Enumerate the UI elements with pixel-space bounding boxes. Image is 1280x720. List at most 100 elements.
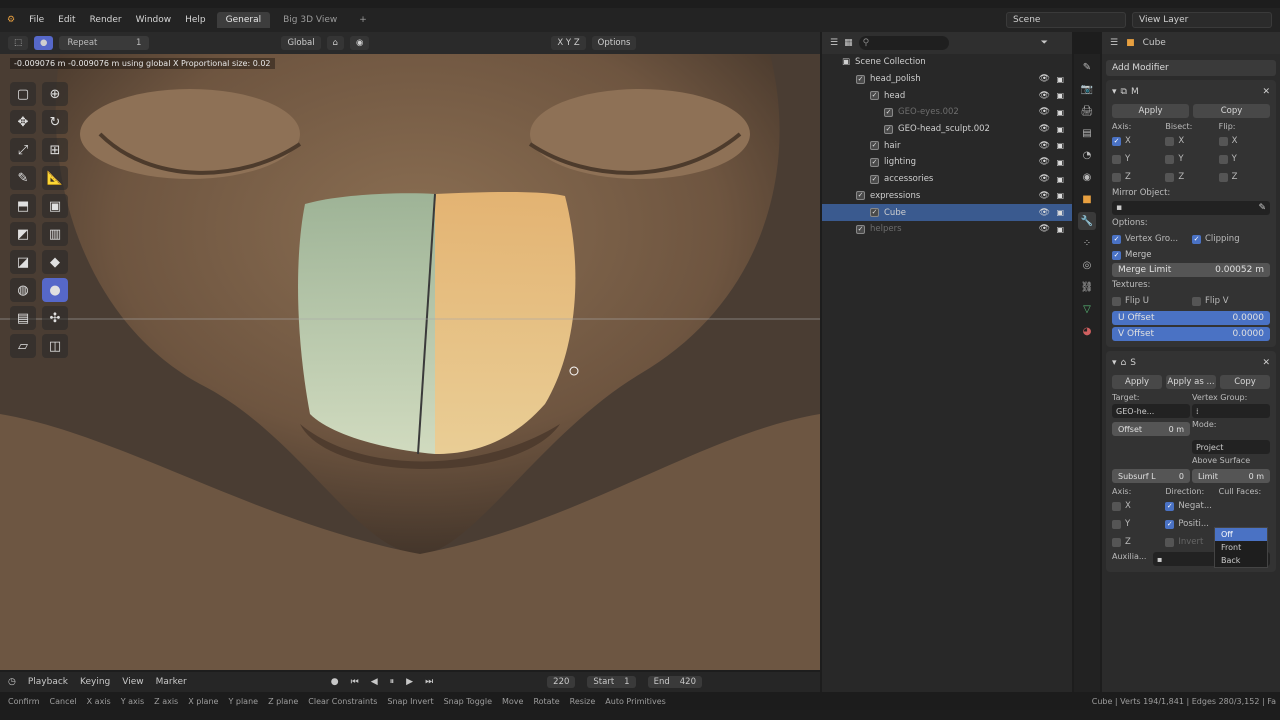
rotate-icon[interactable]: ↻ — [42, 110, 68, 134]
offset-field[interactable]: Offset 0 m — [1112, 422, 1190, 436]
bisect-y-checkbox[interactable] — [1165, 154, 1175, 164]
smooth-icon[interactable]: ● — [42, 278, 68, 302]
outliner-row[interactable]: ✓ Cube 👁 ▣ — [822, 204, 1072, 221]
spin-icon[interactable]: ◍ — [10, 278, 36, 302]
negative-checkbox[interactable]: ✓ — [1165, 501, 1175, 511]
material-tab-icon[interactable]: ◕ — [1078, 322, 1096, 340]
shear-icon[interactable]: ▱ — [10, 334, 36, 358]
current-frame[interactable]: 220 — [547, 676, 576, 688]
render-camera-icon[interactable]: ▣ — [1056, 91, 1064, 100]
world-tab-icon[interactable]: ◉ — [1078, 168, 1096, 186]
data-tab-icon[interactable]: ▽ — [1078, 300, 1096, 318]
mirror-object-field[interactable]: ▪ ✎ — [1112, 201, 1270, 215]
positive-checkbox[interactable]: ✓ — [1165, 519, 1175, 529]
outliner-search[interactable]: ⚲ — [858, 36, 949, 50]
shrinkwrap-axis-x-checkbox[interactable] — [1112, 501, 1121, 511]
physics-tab-icon[interactable]: ◎ — [1078, 256, 1096, 274]
shrinkwrap-copy-button[interactable]: Copy — [1220, 375, 1270, 389]
flip-y-checkbox[interactable] — [1218, 154, 1228, 164]
cull-faces-dropdown[interactable]: Off Front Back — [1214, 527, 1268, 568]
menu-window[interactable]: Window — [129, 15, 179, 25]
bevel-icon[interactable]: ◩ — [10, 222, 36, 246]
bisect-z-checkbox[interactable] — [1165, 172, 1175, 182]
step-back-icon[interactable]: ◀ — [371, 677, 378, 687]
render-camera-icon[interactable]: ▣ — [1056, 108, 1064, 117]
outliner-row[interactable]: ✓ accessories 👁 ▣ — [822, 171, 1072, 188]
include-checkbox[interactable]: ✓ — [856, 74, 865, 84]
vertex-groups-checkbox[interactable]: ✓ — [1112, 234, 1121, 244]
include-checkbox[interactable]: ✓ — [884, 124, 893, 134]
end-frame-field[interactable]: End 420 — [647, 676, 702, 688]
vertex-group-field[interactable]: ⁞ — [1192, 404, 1270, 418]
u-offset-field[interactable]: U Offset 0.0000 — [1112, 311, 1270, 325]
outliner-row[interactable]: ✓ expressions 👁 ▣ — [822, 188, 1072, 205]
inset-icon[interactable]: ▣ — [42, 194, 68, 218]
visibility-eye-icon[interactable]: 👁 — [1039, 191, 1050, 201]
visibility-eye-icon[interactable]: 👁 — [1039, 124, 1050, 134]
render-camera-icon[interactable]: ▣ — [1056, 75, 1064, 84]
visibility-eye-icon[interactable]: 👁 — [1039, 174, 1050, 184]
mode-icon[interactable]: ● — [34, 36, 54, 50]
visibility-eye-icon[interactable]: 👁 — [1039, 107, 1050, 117]
shrinkwrap-apply-button[interactable]: Apply — [1112, 375, 1162, 389]
visibility-eye-icon[interactable]: 👁 — [1039, 224, 1050, 234]
loop-cut-icon[interactable]: ▥ — [42, 222, 68, 246]
scale-icon[interactable]: ⤢ — [10, 138, 36, 162]
modifier-tab-icon[interactable]: 🔧 — [1078, 212, 1096, 230]
3d-viewport[interactable]: -0.009076 m -0.009076 m using global X P… — [0, 54, 820, 670]
object-tab-icon[interactable]: ■ — [1078, 190, 1096, 208]
flip-z-checkbox[interactable] — [1218, 172, 1228, 182]
menu-help[interactable]: Help — [178, 15, 213, 25]
properties-editor-icon[interactable]: ☰ — [1110, 38, 1118, 48]
outliner-editor-icon[interactable]: ☰ — [830, 38, 838, 48]
cull-off-option[interactable]: Off — [1215, 528, 1267, 541]
include-checkbox[interactable]: ✓ — [884, 107, 893, 117]
cursor-icon[interactable]: ⊕ — [42, 82, 68, 106]
add-modifier-dropdown[interactable]: Add Modifier — [1106, 60, 1276, 76]
render-camera-icon[interactable]: ▣ — [1056, 158, 1064, 167]
merge-checkbox[interactable]: ✓ — [1112, 250, 1121, 260]
target-field[interactable]: GEO-he... — [1112, 404, 1190, 418]
mirror-axes[interactable]: X Y Z — [551, 36, 586, 50]
menu-file[interactable]: File — [22, 15, 51, 25]
clipping-checkbox[interactable]: ✓ — [1192, 234, 1201, 244]
visibility-eye-icon[interactable]: 👁 — [1039, 157, 1050, 167]
view-menu[interactable]: View — [122, 677, 143, 687]
include-checkbox[interactable]: ✓ — [870, 208, 879, 218]
transform-icon[interactable]: ⊞ — [42, 138, 68, 162]
outliner-row[interactable]: ✓ hair 👁 ▣ — [822, 137, 1072, 154]
cull-front-option[interactable]: Front — [1215, 541, 1267, 554]
flip-v-checkbox[interactable] — [1192, 296, 1201, 306]
bisect-x-checkbox[interactable] — [1165, 136, 1175, 146]
repeat-field[interactable]: Repeat 1 — [59, 36, 150, 50]
view-layer-tab-icon[interactable]: ▤ — [1078, 124, 1096, 142]
shrinkwrap-axis-z-checkbox[interactable] — [1112, 537, 1121, 547]
extrude-icon[interactable]: ⬒ — [10, 194, 36, 218]
close-icon[interactable]: ✕ — [1262, 358, 1270, 368]
measure-icon[interactable]: 📐 — [42, 166, 68, 190]
view-layer-selector[interactable]: View Layer — [1132, 12, 1272, 28]
scene-selector[interactable]: Scene — [1006, 12, 1126, 28]
axis-z-checkbox[interactable] — [1112, 172, 1121, 182]
options-dropdown[interactable]: Options — [591, 36, 637, 50]
axis-y-checkbox[interactable] — [1112, 154, 1121, 164]
subsurf-levels-field[interactable]: Subsurf L0 — [1112, 469, 1190, 483]
visibility-eye-icon[interactable]: 👁 — [1039, 74, 1050, 84]
render-camera-icon[interactable]: ▣ — [1056, 225, 1064, 234]
output-tab-icon[interactable]: 🖨 — [1078, 102, 1096, 120]
collapse-icon[interactable]: ▾ — [1112, 87, 1117, 97]
jump-end-icon[interactable]: ⏭ — [425, 677, 433, 687]
display-mode-icon[interactable]: ▦ — [844, 38, 853, 48]
marker-menu[interactable]: Marker — [156, 677, 187, 687]
playback-menu[interactable]: Playback — [28, 677, 68, 687]
mirror-apply-button[interactable]: Apply — [1112, 104, 1189, 118]
blender-logo-icon[interactable]: ⚙ — [0, 15, 22, 25]
tab-general[interactable]: General — [216, 12, 271, 28]
poly-build-icon[interactable]: ◆ — [42, 250, 68, 274]
include-checkbox[interactable]: ✓ — [870, 141, 879, 151]
include-checkbox[interactable]: ✓ — [856, 191, 865, 201]
invert-checkbox[interactable] — [1165, 537, 1175, 547]
axis-x-checkbox[interactable]: ✓ — [1112, 136, 1121, 146]
outliner-row[interactable]: ✓ helpers 👁 ▣ — [822, 221, 1072, 238]
v-offset-field[interactable]: V Offset 0.0000 — [1112, 327, 1270, 341]
